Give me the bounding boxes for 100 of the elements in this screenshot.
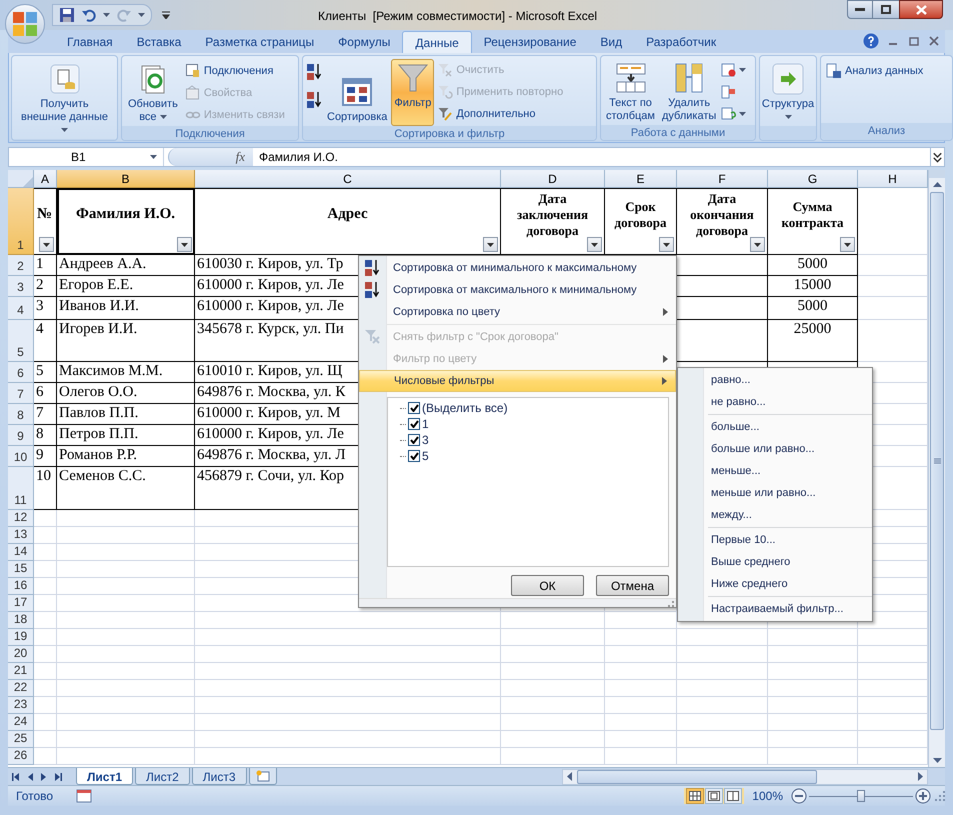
ribbon-tab[interactable]: Вставка (124, 31, 194, 53)
row-header[interactable]: 7 (8, 383, 34, 404)
filter-dropdown-button[interactable] (840, 237, 855, 252)
zoom-out-icon[interactable] (791, 788, 807, 804)
view-button[interactable] (686, 788, 704, 804)
menu-item[interactable]: меньше или равно... (704, 482, 872, 504)
view-button[interactable] (724, 788, 742, 804)
resize-grip-icon[interactable] (668, 601, 674, 607)
resize-grip-icon[interactable] (935, 791, 945, 801)
ok-button[interactable]: ОК (511, 575, 584, 596)
ribbon-tab[interactable]: Данные (402, 31, 472, 53)
row-header[interactable]: 6 (8, 362, 34, 383)
horizontal-scrollbar[interactable] (562, 768, 928, 784)
first-sheet-icon[interactable] (12, 772, 20, 780)
ribbon-button[interactable]: Дополнительно (435, 103, 566, 125)
next-sheet-icon[interactable] (40, 772, 48, 780)
column-header[interactable]: C (195, 170, 501, 188)
checkbox[interactable] (408, 418, 420, 430)
vertical-scrollbar[interactable] (928, 170, 945, 767)
previous-sheet-icon[interactable] (26, 772, 34, 780)
restore-icon[interactable] (909, 36, 919, 46)
menu-item[interactable]: не равно... (704, 391, 872, 413)
filter-dropdown-button[interactable] (39, 237, 54, 252)
ribbon-button[interactable]: Сортировка (324, 73, 390, 126)
menu-item[interactable]: больше... (704, 416, 872, 438)
ribbon-tab[interactable]: Вид (588, 31, 634, 53)
undo-icon[interactable] (81, 7, 97, 23)
column-header[interactable]: H (858, 170, 928, 188)
zoom-thumb[interactable] (857, 790, 865, 802)
ribbon-tab[interactable]: Рецензирование (472, 31, 588, 53)
save-icon[interactable] (59, 7, 75, 23)
row-header[interactable]: 4 (8, 297, 34, 320)
row-header[interactable]: 14 (8, 544, 34, 561)
ribbon-tab[interactable]: Формулы (326, 31, 402, 53)
cancel-button[interactable]: Отмена (596, 575, 669, 596)
header-cell[interactable]: Адрес (195, 188, 501, 255)
row-header[interactable]: 3 (8, 276, 34, 297)
checkbox[interactable] (408, 402, 420, 414)
ribbon-button[interactable]: Обновить все (125, 60, 181, 126)
ribbon-button[interactable]: Удалить дубликаты (659, 59, 720, 125)
sheet-tab[interactable]: Лист3 (192, 768, 247, 785)
ribbon-tab[interactable]: Разметка страницы (193, 31, 326, 53)
header-cell[interactable]: Фамилия И.О. (57, 188, 195, 255)
help-icon[interactable] (863, 33, 879, 49)
column-header[interactable]: F (677, 170, 768, 188)
record-macro-icon[interactable] (76, 789, 92, 803)
scroll-thumb[interactable] (930, 192, 944, 730)
zoom-slider[interactable] (809, 790, 913, 802)
row-header[interactable]: 10 (8, 446, 34, 467)
sheet-tab[interactable]: Лист1 (76, 768, 134, 785)
row-header[interactable]: 20 (8, 646, 34, 663)
insert-sheet-button[interactable] (248, 768, 277, 785)
column-header[interactable]: E (605, 170, 677, 188)
row-header[interactable]: 5 (8, 320, 34, 362)
scroll-thumb[interactable] (577, 770, 817, 784)
ribbon-button[interactable]: Фильтр (391, 59, 434, 126)
row-header[interactable]: 19 (8, 629, 34, 646)
view-button[interactable] (705, 788, 724, 804)
ribbon-button[interactable]: Анализ данных (824, 60, 949, 82)
filter-dropdown-button[interactable] (177, 237, 192, 252)
customize-toolbar-icon[interactable] (162, 11, 170, 19)
menu-item[interactable]: Настраиваемый фильтр... (704, 598, 872, 620)
row-header[interactable]: 1 (8, 188, 34, 255)
filter-dropdown-button[interactable] (483, 237, 498, 252)
close-icon[interactable] (929, 36, 939, 46)
row-header[interactable]: 25 (8, 731, 34, 748)
row-header[interactable]: 9 (8, 425, 34, 446)
office-button[interactable] (5, 4, 45, 44)
menu-item[interactable]: равно... (704, 369, 872, 391)
ribbon-tab[interactable]: Главная (55, 31, 125, 53)
row-header[interactable]: 17 (8, 595, 34, 612)
row-header[interactable]: 2 (8, 255, 34, 276)
minimize-button[interactable] (847, 0, 873, 19)
filter-dropdown-button[interactable] (587, 237, 602, 252)
checkbox[interactable] (408, 434, 420, 446)
row-header[interactable]: 21 (8, 663, 34, 680)
row-header[interactable]: 18 (8, 612, 34, 629)
ribbon-button[interactable]: Подключения (182, 60, 287, 82)
row-header[interactable]: 16 (8, 578, 34, 595)
row-header[interactable]: 15 (8, 561, 34, 578)
close-button[interactable] (899, 0, 943, 19)
ribbon-button[interactable]: Текст по столбцам (603, 59, 658, 125)
menu-item[interactable]: между... (704, 504, 872, 526)
row-header[interactable]: 12 (8, 510, 34, 527)
menu-item[interactable]: Первые 10... (704, 529, 872, 551)
column-header[interactable]: A (34, 170, 57, 188)
redo-icon[interactable] (116, 7, 132, 23)
ribbon-icon-button[interactable] (305, 61, 323, 83)
sheet-tab[interactable]: Лист2 (135, 768, 190, 785)
row-header[interactable]: 8 (8, 404, 34, 425)
column-header[interactable]: G (768, 170, 858, 188)
row-header[interactable]: 22 (8, 680, 34, 697)
menu-item[interactable]: Числовые фильтры (359, 370, 676, 392)
menu-item[interactable]: больше или равно... (704, 438, 872, 460)
menu-item[interactable]: Ниже среднего (704, 573, 872, 595)
column-header[interactable]: B (57, 170, 195, 188)
select-all-button[interactable] (8, 170, 34, 188)
row-header[interactable]: 13 (8, 527, 34, 544)
menu-item[interactable]: Выше среднего (704, 551, 872, 573)
filter-dropdown-button[interactable] (750, 237, 765, 252)
